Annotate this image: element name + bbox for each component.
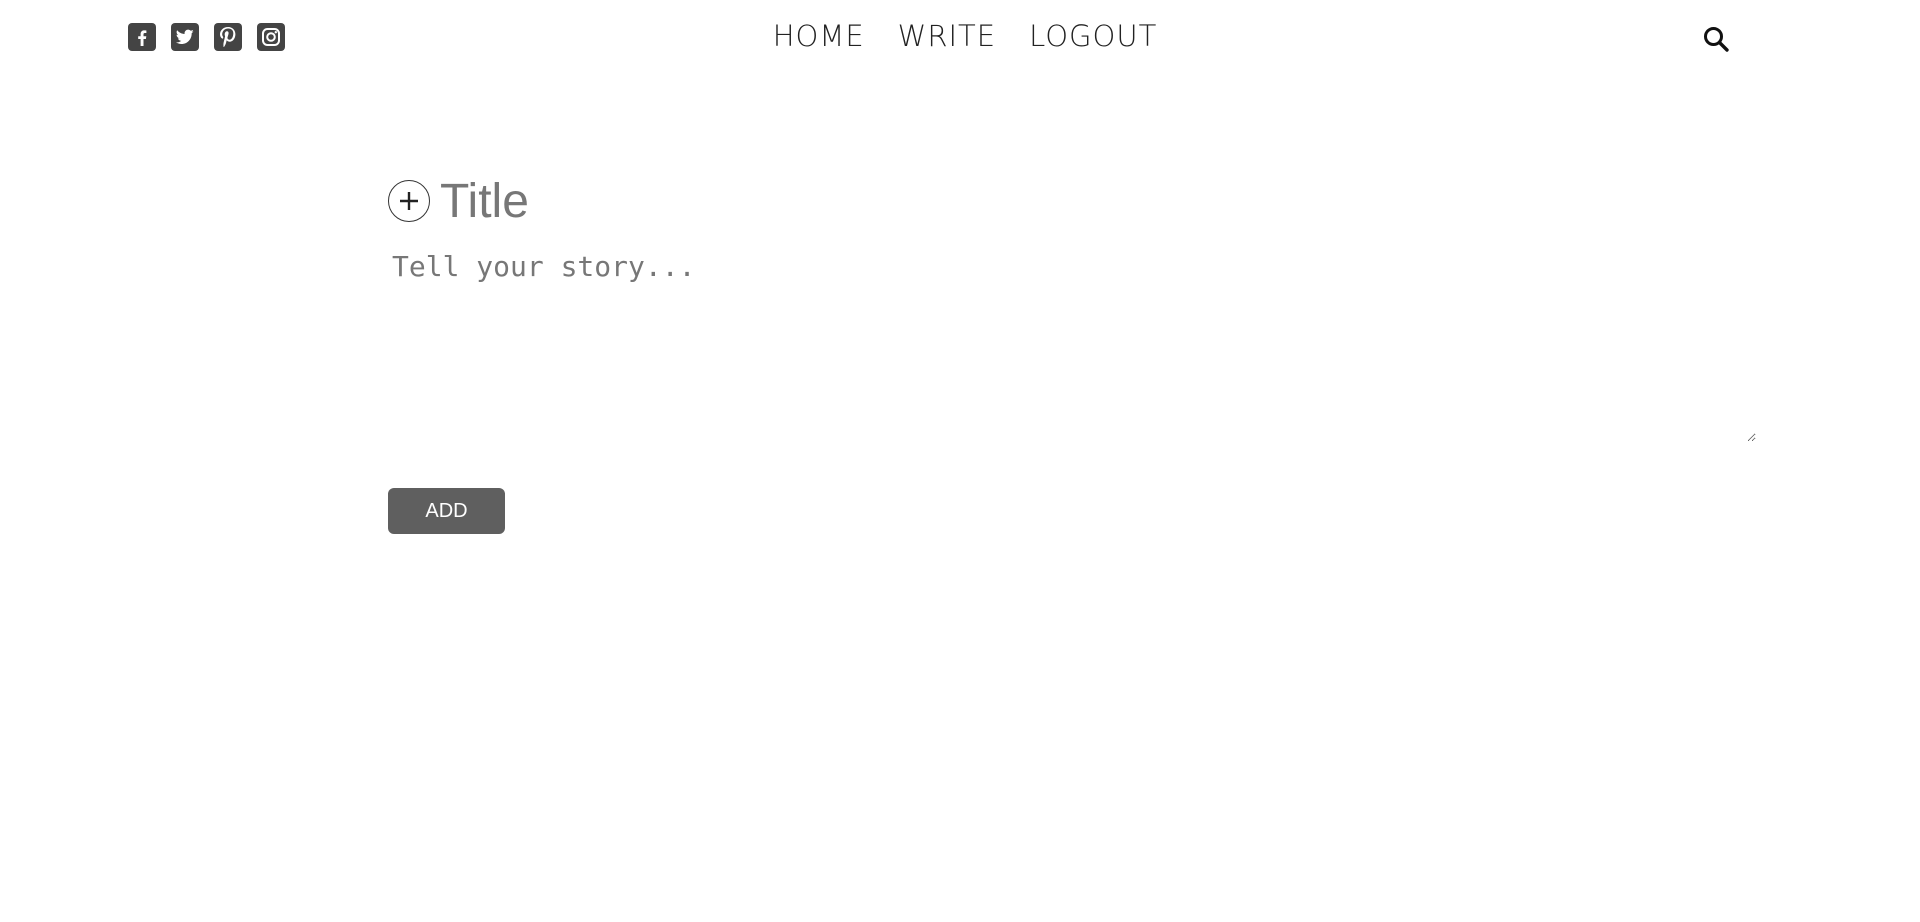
nav-write[interactable]: WRITE [898,16,996,56]
write-form [388,172,1756,447]
main-nav: HOME WRITE LOGOUT [0,16,1920,56]
nav-home[interactable]: HOME [773,16,865,56]
nav-logout[interactable]: LOGOUT [1029,16,1157,56]
plus-circle-icon[interactable] [388,180,430,222]
title-row [388,172,1750,230]
search-icon[interactable] [1702,25,1730,53]
top-bar: HOME WRITE LOGOUT [0,0,1920,76]
title-input[interactable] [440,173,1640,229]
add-button[interactable]: ADD [388,488,505,534]
story-textarea[interactable] [388,250,1756,442]
